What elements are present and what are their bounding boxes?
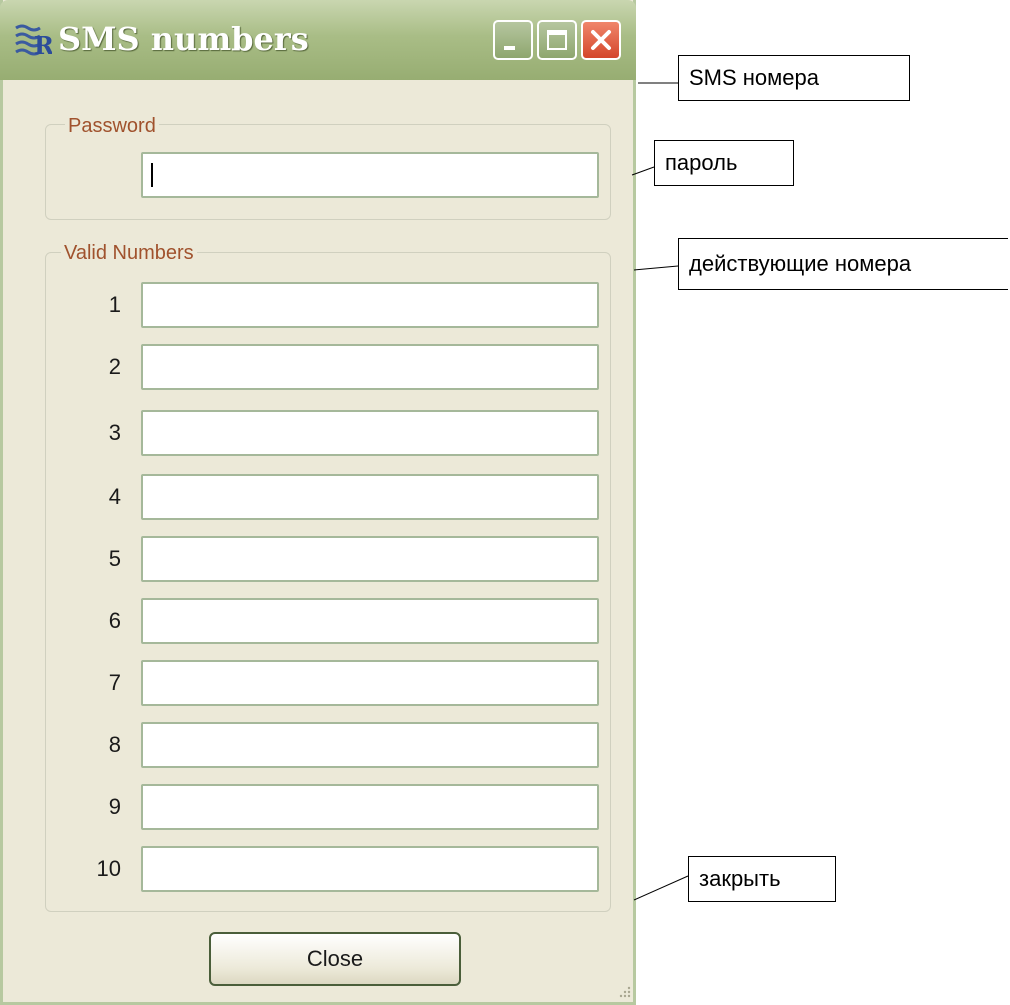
annotation-close: закрыть: [688, 856, 836, 902]
annotation-connectors: [631, 82, 689, 901]
annotation-sms-numbers: SMS номера: [678, 55, 910, 101]
annotation-password: пароль: [654, 140, 794, 186]
annotation-valid-numbers: действующие номера: [678, 238, 1008, 290]
